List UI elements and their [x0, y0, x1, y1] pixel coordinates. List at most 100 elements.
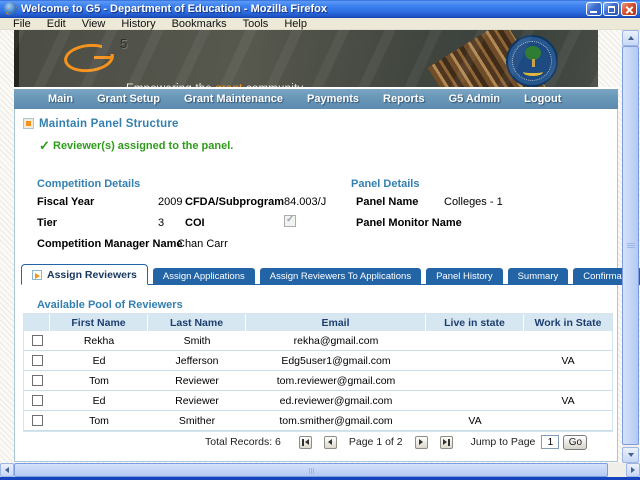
- next-page-icon: [419, 439, 423, 445]
- menu-history[interactable]: History: [113, 18, 163, 30]
- tab-bar: Assign Reviewers Assign Applications Ass…: [21, 264, 640, 285]
- previous-page-icon: [328, 439, 332, 445]
- nav-main[interactable]: Main: [36, 93, 85, 105]
- vertical-scroll-thumb[interactable]: [622, 46, 639, 445]
- first-page-button[interactable]: [299, 436, 312, 449]
- go-button[interactable]: Go: [563, 435, 587, 450]
- coi-checkbox: [284, 215, 296, 227]
- nav-grant-maintenance[interactable]: Grant Maintenance: [172, 93, 295, 105]
- title-bar[interactable]: Welcome to G5 - Department of Education …: [0, 0, 640, 18]
- horizontal-scrollbar[interactable]: [0, 463, 640, 477]
- panel-details-heading: Panel Details: [351, 178, 419, 190]
- nav-g5-admin[interactable]: G5 Admin: [437, 93, 513, 105]
- nav-reports[interactable]: Reports: [371, 93, 437, 105]
- scroll-right-button[interactable]: [626, 463, 640, 477]
- scroll-left-button[interactable]: [0, 463, 14, 477]
- cell-last-name: Reviewer: [148, 371, 246, 391]
- header-email: Email: [246, 314, 426, 331]
- minimize-button[interactable]: [586, 2, 602, 16]
- success-check-icon: ✓: [39, 138, 50, 154]
- horizontal-scroll-thumb[interactable]: [14, 463, 608, 477]
- tab-assign-reviewers[interactable]: Assign Reviewers: [21, 264, 148, 285]
- cell-live-in-state: VA: [426, 411, 524, 431]
- table-row: Ed Jefferson Edg5user1@gmail.com VA: [24, 351, 612, 371]
- table-row: Tom Reviewer tom.reviewer@gmail.com: [24, 371, 612, 391]
- pagination: Total Records: 6 Page 1 of 2 Jump to Pag…: [205, 434, 605, 450]
- cell-email: tom.smither@gmail.com: [246, 411, 426, 431]
- vertical-scrollbar[interactable]: [622, 30, 639, 463]
- cell-work-in-state: VA: [524, 351, 612, 371]
- tab-assign-reviewers-to-applications[interactable]: Assign Reviewers To Applications: [260, 268, 421, 285]
- last-page-button[interactable]: [440, 436, 453, 449]
- restore-button[interactable]: [603, 2, 619, 16]
- menu-view[interactable]: View: [74, 18, 114, 30]
- available-pool-heading: Available Pool of Reviewers: [37, 299, 183, 311]
- close-button[interactable]: [621, 2, 637, 16]
- table-header-row: First Name Last Name Email Live in state…: [24, 314, 612, 331]
- menu-edit[interactable]: Edit: [39, 18, 74, 30]
- previous-page-button[interactable]: [324, 436, 337, 449]
- scroll-up-button[interactable]: [622, 30, 639, 46]
- nav-payments[interactable]: Payments: [295, 93, 371, 105]
- jump-to-page-label: Jump to Page: [471, 436, 536, 448]
- window-title: Welcome to G5 - Department of Education …: [21, 3, 327, 15]
- page-title-icon: [23, 118, 34, 129]
- next-page-button[interactable]: [415, 436, 428, 449]
- cell-email: tom.reviewer@gmail.com: [246, 371, 426, 391]
- page-content: Maintain Panel Structure ✓ Reviewer(s) a…: [14, 109, 618, 462]
- row-checkbox[interactable]: [32, 355, 43, 366]
- tab-summary[interactable]: Summary: [508, 268, 569, 285]
- arrow-right-icon: [631, 467, 635, 473]
- cfda-value: 84.003/J: [284, 196, 326, 208]
- active-tab-icon: [32, 270, 42, 280]
- coi-label: COI: [185, 217, 205, 229]
- cell-last-name: Reviewer: [148, 391, 246, 411]
- row-checkbox[interactable]: [32, 335, 43, 346]
- header-first-name: First Name: [50, 314, 148, 331]
- header-work-in-state: Work in State: [524, 314, 612, 331]
- page-indicator: Page 1 of 2: [349, 436, 403, 448]
- first-page-icon: [305, 439, 309, 445]
- jump-to-page-input[interactable]: [541, 435, 559, 449]
- menu-tools[interactable]: Tools: [235, 18, 277, 30]
- cell-email: ed.reviewer@gmail.com: [246, 391, 426, 411]
- arrow-up-icon: [628, 36, 634, 40]
- tier-label: Tier: [37, 217, 57, 229]
- menu-help[interactable]: Help: [276, 18, 315, 30]
- g5-logo-g: [63, 41, 116, 74]
- cell-email: rekha@gmail.com: [246, 331, 426, 351]
- header-select: [24, 314, 50, 331]
- tab-assign-applications[interactable]: Assign Applications: [153, 268, 255, 285]
- minimize-icon: [590, 11, 597, 13]
- row-checkbox[interactable]: [32, 415, 43, 426]
- nav-logout[interactable]: Logout: [512, 93, 573, 105]
- cell-last-name: Smith: [148, 331, 246, 351]
- cell-first-name: Tom: [50, 411, 148, 431]
- reviewers-table: First Name Last Name Email Live in state…: [23, 313, 613, 432]
- cell-work-in-state: [524, 331, 612, 351]
- cell-work-in-state: [524, 371, 612, 391]
- tab-panel-history[interactable]: Panel History: [426, 268, 503, 285]
- menu-file[interactable]: File: [5, 18, 39, 30]
- scroll-down-button[interactable]: [622, 447, 639, 463]
- arrow-down-icon: [628, 453, 634, 457]
- row-checkbox[interactable]: [32, 375, 43, 386]
- header-live-in-state: Live in state: [426, 314, 524, 331]
- cell-first-name: Ed: [50, 351, 148, 371]
- cell-work-in-state: [524, 411, 612, 431]
- last-page-icon: [443, 439, 447, 445]
- cell-work-in-state: VA: [524, 391, 612, 411]
- row-checkbox[interactable]: [32, 395, 43, 406]
- table-row: Rekha Smith rekha@gmail.com: [24, 331, 612, 351]
- cell-first-name: Ed: [50, 391, 148, 411]
- menu-bookmarks[interactable]: Bookmarks: [164, 18, 235, 30]
- main-nav: Main Grant Setup Grant Maintenance Payme…: [14, 87, 618, 109]
- department-of-education-seal-icon: [506, 35, 558, 87]
- competition-manager-value: Chan Carr: [177, 238, 228, 250]
- cell-email: Edg5user1@gmail.com: [246, 351, 426, 371]
- table-row: Ed Reviewer ed.reviewer@gmail.com VA: [24, 391, 612, 411]
- nav-grant-setup[interactable]: Grant Setup: [85, 93, 172, 105]
- total-records-label: Total Records: 6: [205, 436, 281, 448]
- cell-live-in-state: [426, 391, 524, 411]
- competition-manager-label: Competition Manager Name: [37, 238, 182, 250]
